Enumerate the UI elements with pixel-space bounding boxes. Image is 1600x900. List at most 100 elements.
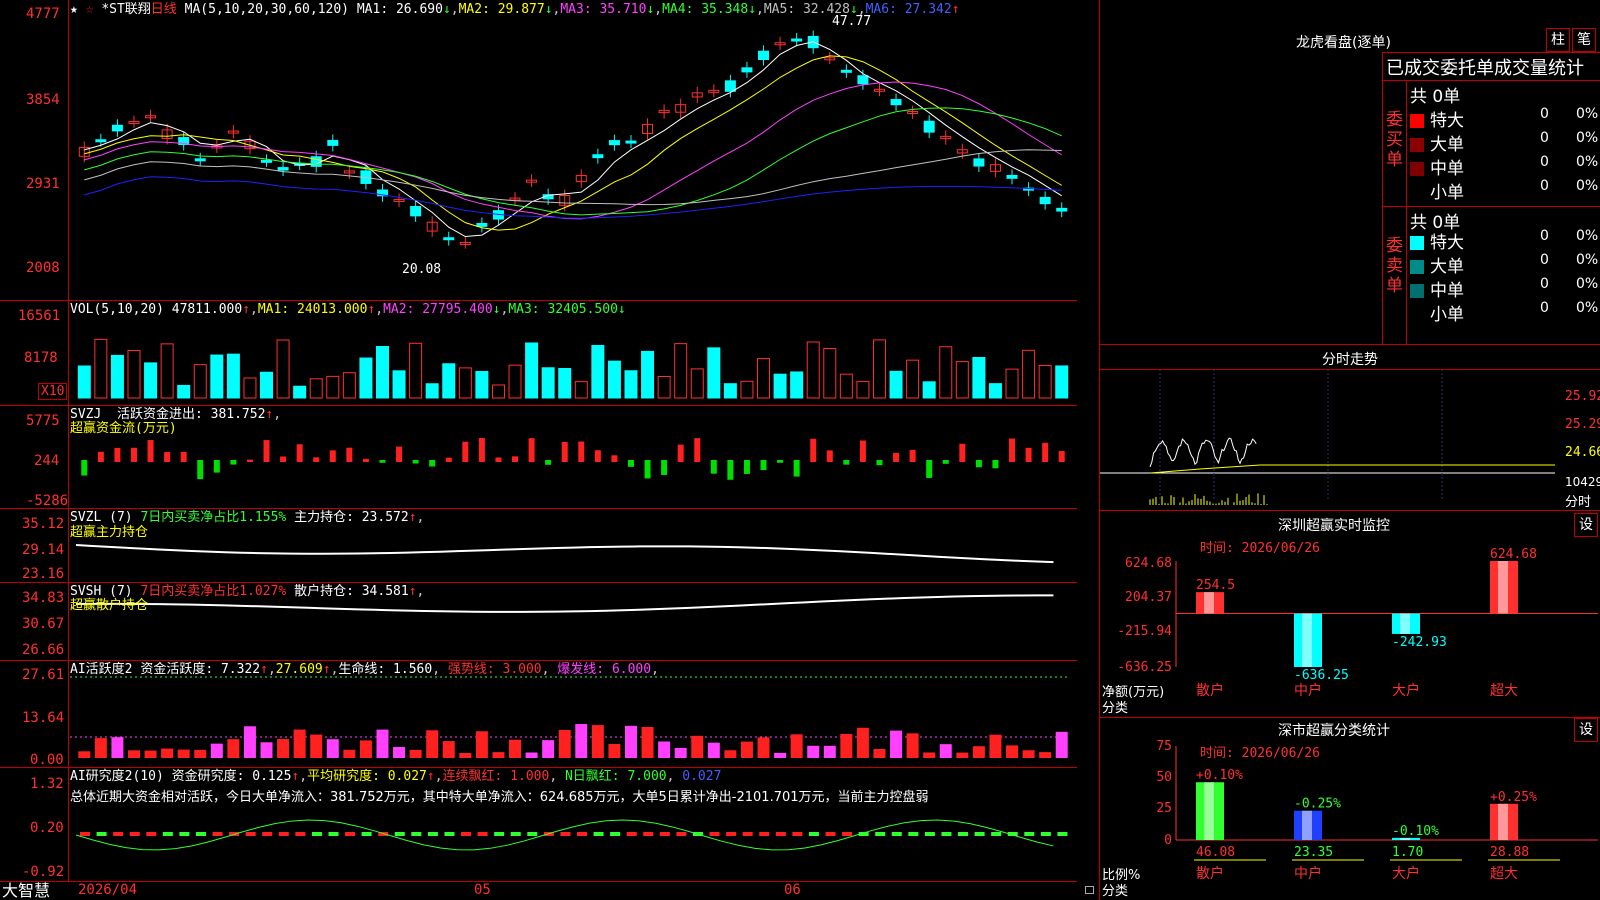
- intraday-chart[interactable]: [1100, 369, 1600, 509]
- candle: [724, 80, 736, 92]
- intraday-axis-2: 25.29: [1565, 417, 1600, 432]
- candle: [890, 99, 902, 106]
- volume-bar: [723, 383, 737, 399]
- flow-bar: [926, 460, 933, 478]
- star-icon[interactable]: ★: [70, 2, 78, 17]
- flow-bar: [1042, 442, 1049, 462]
- flow-bar: [230, 460, 237, 465]
- lhb-row: 大单 0 0%: [1410, 252, 1600, 277]
- sz-monitor-chart[interactable]: 624.68 204.37 -215.94 -636.25 254.5 散户 -636.25…: [1100, 511, 1600, 717]
- chart-canvas[interactable]: [0, 0, 1077, 900]
- research-mark: [775, 832, 786, 836]
- volume-bar: [77, 365, 91, 399]
- activity-bar: [260, 742, 273, 758]
- flow-bar: [909, 449, 916, 462]
- flow-bar: [975, 460, 982, 468]
- bar-mode-button[interactable]: 柱: [1546, 28, 1570, 52]
- axis-tick: 624.68: [1125, 556, 1172, 571]
- activity-bar: [310, 734, 323, 758]
- sz-monitor-panel: 深圳超赢实时监控 设 时间: 2026/06/26 624.68 204.37 -2…: [1100, 511, 1600, 717]
- tick-mode-button[interactable]: 笔: [1572, 28, 1596, 52]
- bar-sub: 23.35: [1294, 845, 1333, 860]
- lhb-row: 小单 0 0%: [1410, 178, 1600, 203]
- app-name[interactable]: 大智慧: [2, 882, 50, 900]
- color-swatch: [1410, 284, 1424, 298]
- flow-bar: [694, 438, 701, 462]
- research-mark: [212, 832, 223, 836]
- flow-bar: [677, 444, 684, 462]
- research-mark: [808, 832, 819, 836]
- sz-class-chart[interactable]: 75 50 25 0 +0.10% 散户 46.08 -0.25% 中户 23.35 -0.10% 大…: [1100, 718, 1600, 900]
- lock-icon[interactable]: [1085, 886, 1094, 894]
- activity-bar: [591, 725, 604, 758]
- flow-bar: [396, 446, 403, 462]
- bar-sub: 28.88: [1490, 845, 1529, 860]
- flow-bar: [893, 452, 900, 462]
- activity-bar: [558, 730, 571, 758]
- activity-bar: [1039, 752, 1052, 758]
- volume-bar: [607, 360, 621, 399]
- volume-bar: [375, 345, 389, 399]
- activity-bar: [956, 752, 969, 758]
- activity-bar: [790, 734, 803, 758]
- flow-bar: [197, 460, 204, 480]
- volume-bar: [624, 370, 638, 399]
- flow-bar: [313, 457, 320, 462]
- intraday-axis-1: 25.92: [1565, 389, 1600, 404]
- research-mark: [146, 832, 157, 836]
- svzl-axis-3: 23.16: [22, 566, 65, 582]
- candle: [194, 158, 206, 162]
- research-mark: [560, 832, 571, 836]
- vol-unit-box: X10: [38, 383, 68, 400]
- lhb-row: 中单 0 0%: [1410, 154, 1600, 179]
- ma-line: [84, 149, 1062, 206]
- ai2-axis-3: -0.92: [22, 864, 65, 880]
- category-label: 散户: [1196, 682, 1224, 699]
- activity-bar: [989, 734, 1002, 758]
- ma6-value: MA6: 27.342: [865, 2, 952, 17]
- candle: [592, 154, 604, 159]
- volume-bar: [1055, 365, 1069, 399]
- svzl-title: 超赢主力持仓: [70, 525, 149, 540]
- color-swatch: [1410, 260, 1424, 274]
- candle: [791, 38, 803, 42]
- category-label: 中户: [1294, 865, 1322, 882]
- lhb-row: 大单 0 0%: [1410, 130, 1600, 155]
- activity-bar: [326, 739, 339, 758]
- research-mark: [510, 832, 521, 836]
- volume-bar: [641, 350, 655, 399]
- volume-bar: [889, 370, 903, 399]
- activity-bar: [475, 731, 488, 758]
- stock-name: *ST联翔: [101, 2, 151, 17]
- price-axis-4: 2008: [26, 260, 60, 276]
- main-chart-area[interactable]: ★ ☆ *ST联翔日线 MA(5,10,20,30,60,120) MA1: 2…: [0, 0, 1094, 900]
- volume-bar: [210, 354, 224, 399]
- flow-bar: [329, 450, 336, 462]
- flow-bar: [859, 440, 866, 462]
- category-label: 中户: [1294, 682, 1322, 699]
- ma-line: [84, 176, 1062, 219]
- bar-shine: [1302, 810, 1312, 840]
- axis-tick: 50: [1156, 770, 1172, 785]
- date-label-1: 2026/04: [78, 882, 138, 898]
- flow-bar: [743, 460, 750, 474]
- activity-bar: [376, 729, 389, 758]
- intraday-panel[interactable]: 分时走势 25.92 25.29 24.66 10429 分时: [1100, 345, 1600, 510]
- volume-bar: [442, 363, 456, 399]
- research-mark: [659, 832, 670, 836]
- research-mark: [958, 832, 969, 836]
- intraday-axis-3: 24.66: [1565, 445, 1600, 460]
- axis-tick: -636.25: [1117, 660, 1172, 675]
- volume-bar: [392, 370, 406, 399]
- color-swatch: [1410, 236, 1424, 250]
- bar-shine: [1204, 592, 1214, 614]
- ma-params[interactable]: MA(5,10,20,30,60,120): [185, 2, 349, 17]
- activity-bar: [724, 750, 737, 758]
- flow-bar: [810, 438, 817, 462]
- volume-bar: [790, 371, 804, 399]
- research-mark: [842, 832, 853, 836]
- activity-bar: [161, 748, 174, 758]
- star-icon-2[interactable]: ☆: [86, 2, 94, 17]
- research-mark: [129, 832, 140, 836]
- period-label[interactable]: 日线: [151, 2, 177, 17]
